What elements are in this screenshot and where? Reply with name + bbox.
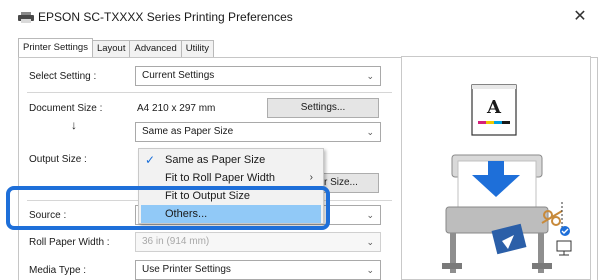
roll-paper-width-dropdown: 36 in (914 mm) ⌄ — [135, 232, 381, 252]
media-type-value: Use Printer Settings — [142, 264, 231, 275]
tab-printer-settings[interactable]: Printer Settings — [18, 38, 93, 57]
menu-item-label: Fit to Roll Paper Width — [165, 172, 276, 184]
chevron-right-icon: › — [309, 172, 313, 183]
settings-button[interactable]: Settings... — [267, 98, 379, 118]
arrow-down-icon: ↓ — [71, 118, 77, 132]
printer-icon — [442, 154, 552, 273]
output-size-mode-dropdown[interactable]: Same as Paper Size ⌄ — [135, 122, 381, 142]
menu-item-label: Same as Paper Size — [165, 154, 266, 166]
chevron-down-icon: ⌄ — [366, 127, 374, 137]
chevron-down-icon: ⌄ — [366, 265, 374, 275]
divider — [27, 92, 392, 93]
menu-item-same-as-paper-size[interactable]: ✓ Same as Paper Size — [139, 151, 323, 169]
paper-sheet-icon: A — [471, 84, 517, 136]
window-title: EPSON SC-TXXXX Series Printing Preferenc… — [38, 10, 293, 24]
tab-utility[interactable]: Utility — [180, 40, 214, 57]
printer-preview-illustration: A — [442, 84, 572, 273]
media-type-dropdown[interactable]: Use Printer Settings ⌄ — [135, 260, 381, 280]
tab-layout[interactable]: Layout — [91, 40, 131, 57]
roll-paper-width-label: Roll Paper Width : — [29, 237, 110, 248]
network-computer-icon — [556, 202, 572, 256]
output-size-mode-value: Same as Paper Size — [142, 126, 234, 137]
select-setting-value: Current Settings — [142, 70, 215, 81]
preview-pane: A — [401, 56, 591, 280]
tab-strip: Printer Settings Layout Advanced Utility — [18, 38, 214, 58]
select-setting-dropdown[interactable]: Current Settings ⌄ — [135, 66, 381, 86]
page-letter: A — [486, 97, 502, 118]
title-bar: EPSON SC-TXXXX Series Printing Preferenc… — [0, 0, 598, 32]
close-button[interactable]: ✕ — [568, 6, 592, 28]
chevron-down-icon: ⌄ — [366, 237, 374, 247]
highlight-callout — [6, 186, 330, 230]
chevron-down-icon: ⌄ — [366, 71, 374, 81]
checkmark-icon: ✓ — [145, 153, 156, 167]
media-type-label: Media Type : — [29, 265, 87, 276]
menu-item-fit-to-roll-paper-width[interactable]: Fit to Roll Paper Width › — [139, 169, 323, 187]
roll-paper-width-value: 36 in (914 mm) — [142, 236, 210, 247]
printer-app-icon — [18, 12, 34, 23]
document-size-value: A4 210 x 297 mm — [137, 103, 216, 114]
tab-advanced[interactable]: Advanced — [129, 40, 182, 57]
chevron-down-icon: ⌄ — [366, 210, 374, 220]
select-setting-label: Select Setting : — [29, 71, 97, 82]
document-size-label: Document Size : — [29, 103, 103, 114]
output-size-label: Output Size : — [29, 154, 87, 165]
